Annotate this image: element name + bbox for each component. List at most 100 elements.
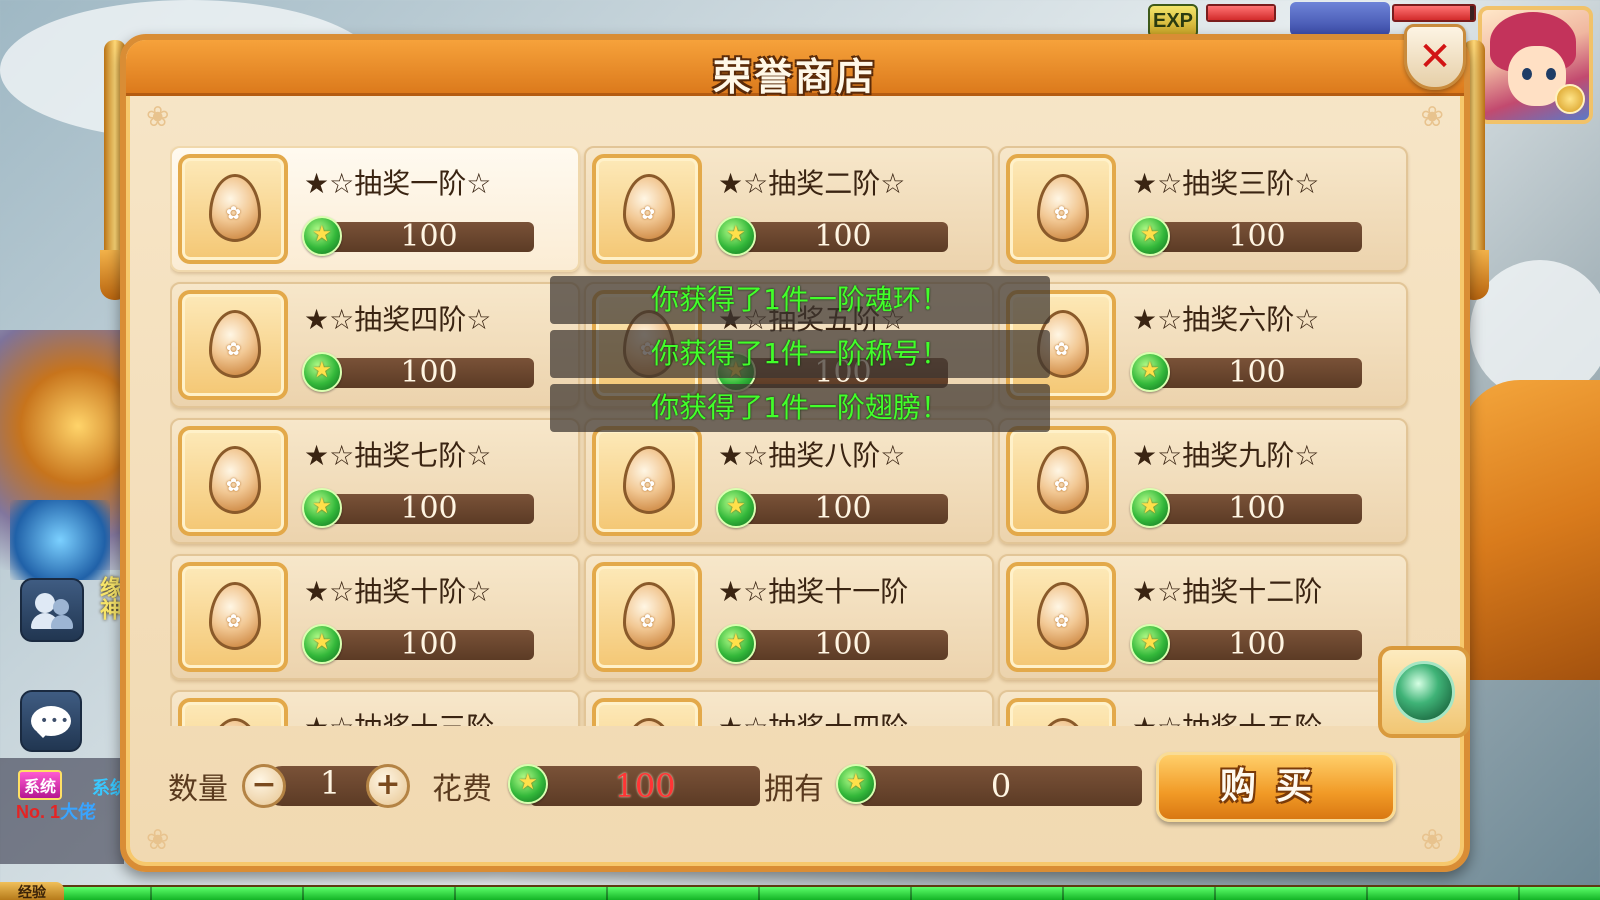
- item-name: ★☆抽奖十五阶: [1132, 706, 1402, 726]
- currency-gem-icon: ★: [1130, 488, 1170, 528]
- item-price: 100: [738, 630, 948, 660]
- item-price: 100: [324, 222, 534, 252]
- toast-message: 你获得了1件一阶魂环！: [550, 276, 1050, 324]
- increase-button[interactable]: +: [366, 764, 410, 808]
- item-name: ★☆抽奖十一阶: [718, 575, 909, 608]
- item-name: ★☆抽奖十阶☆: [304, 575, 492, 608]
- shop-header: 荣誉商店: [126, 40, 1464, 99]
- item-grid[interactable]: ✿ ★☆抽奖一阶☆ 100 ★ ✿ ★☆抽奖二阶☆ 100 ★ ✿ ★☆抽奖三阶☆ 100 ★ ✿ ★☆抽…: [170, 146, 1432, 726]
- friends-icon: [31, 591, 73, 629]
- close-button[interactable]: ✕: [1404, 24, 1466, 90]
- shop-item-card[interactable]: ✿ ★☆抽奖七阶☆ 100 ★: [170, 418, 580, 544]
- item-frame: ✿: [592, 698, 702, 726]
- egg-icon: ✿: [209, 446, 261, 514]
- shop-item-card[interactable]: ✿ ★☆抽奖十一阶 100 ★: [584, 554, 994, 680]
- item-price: 100: [738, 222, 948, 252]
- currency-gem-icon: ★: [716, 488, 756, 528]
- friends-button[interactable]: [20, 578, 84, 642]
- item-frame: ✿: [1006, 426, 1116, 536]
- item-price: 100: [1152, 358, 1362, 388]
- item-name: ★☆抽奖十四阶: [718, 706, 988, 726]
- shop-item-card[interactable]: ✿ ★☆抽奖六阶☆ 100 ★: [998, 282, 1408, 408]
- item-frame: ✿: [178, 562, 288, 672]
- close-icon: ✕: [1418, 34, 1452, 80]
- currency-gem-icon: ★: [302, 488, 342, 528]
- coin-icon: [1555, 84, 1585, 114]
- egg-icon: ✿: [623, 446, 675, 514]
- shop-item-card[interactable]: ✿ ★☆抽奖三阶☆ 100 ★: [998, 146, 1408, 272]
- item-name: ★☆抽奖三阶☆: [1132, 167, 1320, 200]
- item-price: 100: [324, 494, 534, 524]
- currency-gem-icon: ★: [302, 216, 342, 256]
- avatar[interactable]: [1478, 6, 1593, 124]
- egg-icon: ✿: [623, 582, 675, 650]
- rank-text: No. 1: [16, 802, 61, 822]
- shop-item-card[interactable]: ✿ ★☆抽奖十二阶 100 ★: [998, 554, 1408, 680]
- background-crystal: [10, 500, 110, 580]
- shop-item-card[interactable]: ✿★☆抽奖十五阶100★: [998, 690, 1408, 726]
- jade-icon: [1393, 661, 1455, 723]
- egg-icon: ✿: [209, 310, 261, 378]
- exp-badge: EXP: [1148, 4, 1198, 38]
- currency-gem-icon: ★: [1130, 352, 1170, 392]
- avatar-eye: [1546, 68, 1556, 80]
- owned-value: 0: [860, 766, 1142, 806]
- item-name: ★☆抽奖一阶☆: [304, 167, 492, 200]
- currency-gem-icon: ★: [302, 352, 342, 392]
- item-price: 100: [1152, 494, 1362, 524]
- item-price: 100: [324, 630, 534, 660]
- corner-ornament: ❀: [146, 100, 170, 133]
- cost-value: 100: [530, 766, 760, 806]
- egg-icon: ✿: [623, 718, 675, 726]
- corner-ornament: ❀: [1420, 823, 1444, 856]
- shop-item-card[interactable]: ✿ ★☆抽奖八阶☆ 100 ★: [584, 418, 994, 544]
- shop-title: 荣誉商店: [712, 55, 877, 99]
- owned-label: 拥有: [764, 772, 824, 807]
- buy-button[interactable]: 购买: [1156, 752, 1396, 822]
- background-roof: [1460, 380, 1600, 680]
- currency-gem-icon: ★: [1130, 624, 1170, 664]
- currency-gem-icon: ★: [1130, 216, 1170, 256]
- shop-item-card[interactable]: ✿ ★☆抽奖九阶☆ 100 ★: [998, 418, 1408, 544]
- egg-icon: ✿: [1037, 718, 1089, 726]
- decrease-button[interactable]: −: [242, 764, 286, 808]
- egg-icon: ✿: [1037, 582, 1089, 650]
- avatar-eye: [1522, 68, 1532, 80]
- jade-button[interactable]: [1378, 646, 1470, 738]
- xp-label: 经验: [0, 882, 64, 900]
- item-name: ★☆抽奖七阶☆: [304, 439, 492, 472]
- player-name: 大佬: [60, 802, 97, 822]
- shop-item-card[interactable]: ✿ ★☆抽奖一阶☆ 100 ★: [170, 146, 580, 272]
- system-message-line: No. 1大佬: [16, 798, 96, 824]
- currency-gem-icon: ★: [716, 216, 756, 256]
- egg-icon: ✿: [1037, 446, 1089, 514]
- egg-icon: ✿: [1037, 174, 1089, 242]
- item-frame: ✿: [178, 154, 288, 264]
- toast-message: 你获得了1件一阶称号！: [550, 330, 1050, 378]
- chat-button[interactable]: •••: [20, 690, 82, 752]
- item-frame: ✿: [1006, 562, 1116, 672]
- toast-message: 你获得了1件一阶翅膀！: [550, 384, 1050, 432]
- currency-gem-icon: ★: [508, 764, 548, 804]
- item-frame: ✿: [592, 562, 702, 672]
- corner-ornament: ❀: [146, 823, 170, 856]
- hp-bar-fill: [1208, 6, 1274, 20]
- item-frame: ✿: [178, 290, 288, 400]
- item-frame: ✿: [178, 426, 288, 536]
- item-frame: ✿: [178, 698, 288, 726]
- currency-gem-icon: ★: [836, 764, 876, 804]
- shop-item-card[interactable]: ✿ ★☆抽奖四阶☆ 100 ★: [170, 282, 580, 408]
- shop-item-card[interactable]: ✿ ★☆抽奖二阶☆ 100 ★: [584, 146, 994, 272]
- background-snow: [1470, 260, 1600, 400]
- shop-item-card[interactable]: ✿ ★☆抽奖十阶☆ 100 ★: [170, 554, 580, 680]
- item-frame: ✿: [592, 154, 702, 264]
- shop-item-card[interactable]: ✿★☆抽奖十四阶100★: [584, 690, 994, 726]
- hud-panel: [1290, 2, 1390, 36]
- system-tag: 系统: [18, 770, 63, 800]
- shop-item-card[interactable]: ✿★☆抽奖十三阶100★: [170, 690, 580, 726]
- item-frame: ✿: [592, 426, 702, 536]
- quantity-value[interactable]: 1: [300, 764, 360, 802]
- egg-icon: ✿: [623, 174, 675, 242]
- item-price: 100: [738, 494, 948, 524]
- egg-icon: ✿: [209, 718, 261, 726]
